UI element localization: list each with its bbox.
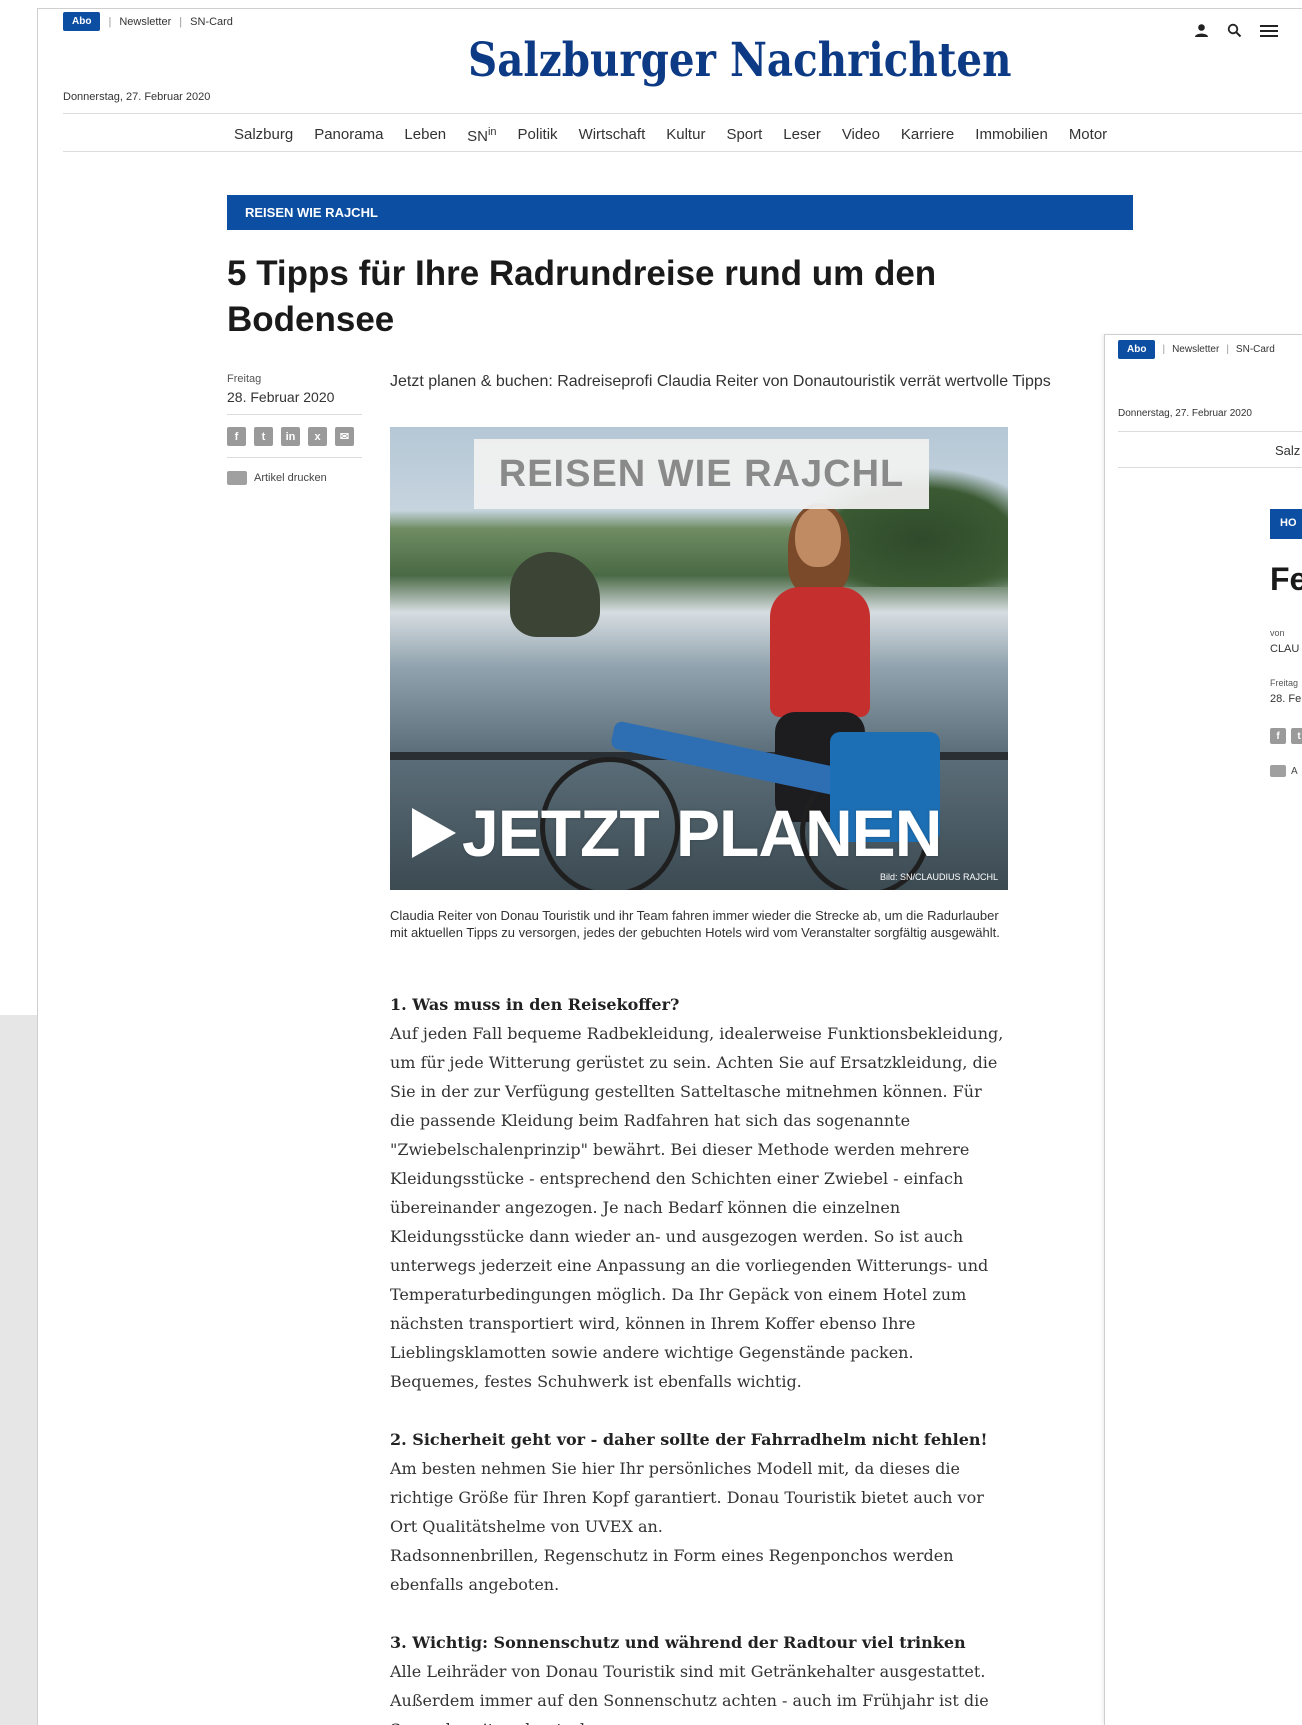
nav-item-karriere[interactable]: Karriere xyxy=(901,126,954,145)
nav-item-kultur[interactable]: Kultur xyxy=(666,126,705,145)
print-label: A xyxy=(1291,765,1298,777)
header-date: Donnerstag, 27. Februar 2020 xyxy=(1118,408,1252,419)
sn-card-link[interactable]: SN-Card xyxy=(1236,344,1275,355)
section-text: Auf jeden Fall bequeme Radbekleidung, id… xyxy=(390,1024,1004,1362)
header-icons xyxy=(1194,23,1278,38)
nav-item-immobilien[interactable]: Immobilien xyxy=(975,126,1048,145)
nav-item-motor[interactable]: Motor xyxy=(1069,126,1107,145)
article-kicker[interactable]: HO xyxy=(1270,509,1302,539)
separator: | xyxy=(179,15,183,28)
nav-item-panorama[interactable]: Panorama xyxy=(314,126,383,145)
main-nav: Salzburg Panorama Leben SNin Politik Wir… xyxy=(234,126,1128,145)
article-date: 28. Fe xyxy=(1270,693,1302,705)
newsletter-link[interactable]: Newsletter xyxy=(1172,344,1219,355)
nav-item-sn-sup: in xyxy=(487,126,497,138)
nav-item-video[interactable]: Video xyxy=(842,126,880,145)
article-day: Freitag xyxy=(227,373,262,385)
second-page: Abo | Newsletter | SN-Card Donnerstag, 2… xyxy=(1104,334,1302,1725)
header-date: Donnerstag, 27. Februar 2020 xyxy=(63,91,211,103)
divider xyxy=(63,113,1302,114)
nav-item-snin[interactable]: SNin xyxy=(467,126,496,145)
section-title: 2. Sicherheit geht vor - daher sollte de… xyxy=(390,1430,988,1449)
divider xyxy=(1118,431,1302,432)
print-article-link[interactable]: Artikel drucken xyxy=(227,471,327,485)
article-date: 28. Februar 2020 xyxy=(227,389,335,405)
article-day: Freitag xyxy=(1270,678,1299,688)
divider xyxy=(1118,467,1302,468)
section-text: Alle Leihräder von Donau Touristik sind … xyxy=(390,1662,989,1725)
site-logo[interactable]: Salzburger Nachrichten xyxy=(468,33,1012,88)
menu-icon[interactable] xyxy=(1260,24,1278,38)
top-links: Abo | Newsletter | SN-Card xyxy=(1118,340,1275,359)
xing-icon[interactable]: x xyxy=(308,427,327,446)
section-text: Bequemes, festes Schuhwerk ist ebenfalls… xyxy=(390,1372,802,1391)
printer-icon xyxy=(227,471,247,485)
nav-item-leben[interactable]: Leben xyxy=(404,126,446,145)
linkedin-icon[interactable]: in xyxy=(281,427,300,446)
hero-image[interactable]: REISEN WIE RAJCHL JETZT PLANEN Bild: SN/… xyxy=(390,427,1008,890)
user-icon[interactable] xyxy=(1194,23,1209,38)
separator: | xyxy=(1226,344,1229,355)
author-prefix: von xyxy=(1270,628,1285,638)
image-caption: Claudia Reiter von Donau Touristik und i… xyxy=(390,908,1000,940)
section-title: 3. Wichtig: Sonnenschutz und während der… xyxy=(390,1633,966,1652)
article-body: 1. Was muss in den Reisekoffer? Auf jede… xyxy=(390,990,1010,1725)
section-text: Am besten nehmen Sie hier Ihr persönlich… xyxy=(390,1459,984,1536)
image-banner: REISEN WIE RAJCHL xyxy=(474,439,929,509)
separator: | xyxy=(1162,344,1166,355)
divider xyxy=(227,414,362,415)
section-text: Radsonnenbrillen, Regenschutz in Form ei… xyxy=(390,1546,954,1594)
nav-item-salzburg[interactable]: Salz xyxy=(1275,443,1300,458)
article-lead: Jetzt planen & buchen: Radreiseprofi Cla… xyxy=(390,373,1051,390)
print-label: Artikel drucken xyxy=(254,472,327,484)
printer-icon xyxy=(1270,765,1286,777)
mail-icon[interactable]: ✉ xyxy=(335,427,354,446)
facebook-icon[interactable]: f xyxy=(1270,728,1286,744)
nav-item-salzburg[interactable]: Salzburg xyxy=(234,126,293,145)
share-bar: f t in x ✉ xyxy=(227,427,354,446)
abo-button[interactable]: Abo xyxy=(1118,340,1156,359)
divider xyxy=(227,457,362,458)
nav-item-sn-label: SN xyxy=(467,128,488,145)
nav-item-politik[interactable]: Politik xyxy=(518,126,558,145)
nav-item-sport[interactable]: Sport xyxy=(726,126,762,145)
cta-label: JETZT PLANEN xyxy=(462,796,942,870)
twitter-icon[interactable]: t xyxy=(1291,728,1302,744)
newsletter-link[interactable]: Newsletter xyxy=(119,16,171,28)
article-headline: Fe xyxy=(1270,561,1302,597)
play-cta[interactable]: JETZT PLANEN xyxy=(412,795,942,871)
left-grey-background xyxy=(0,1015,37,1725)
section-title: 1. Was muss in den Reisekoffer? xyxy=(390,995,680,1014)
sn-card-link[interactable]: SN-Card xyxy=(190,16,233,28)
nav-item-wirtschaft[interactable]: Wirtschaft xyxy=(579,126,646,145)
top-links: Abo | Newsletter | SN-Card xyxy=(63,12,233,31)
author-name[interactable]: CLAU xyxy=(1270,643,1299,655)
search-icon[interactable] xyxy=(1227,23,1242,38)
facebook-icon[interactable]: f xyxy=(227,427,246,446)
print-article-link[interactable]: A xyxy=(1270,765,1298,777)
abo-button[interactable]: Abo xyxy=(63,12,101,31)
image-credit: Bild: SN/CLAUDIUS RAJCHL xyxy=(879,872,998,882)
divider xyxy=(63,151,1302,152)
article-kicker[interactable]: REISEN WIE RAJCHL xyxy=(227,195,1133,230)
left-background xyxy=(0,0,37,1015)
twitter-icon[interactable]: t xyxy=(254,427,273,446)
play-icon xyxy=(412,808,456,858)
share-bar: f t xyxy=(1270,728,1302,744)
article-headline: 5 Tipps für Ihre Radrundreise rund um de… xyxy=(227,254,937,339)
nav-item-leser[interactable]: Leser xyxy=(783,126,821,145)
image-head xyxy=(795,507,841,567)
separator: | xyxy=(108,15,112,28)
